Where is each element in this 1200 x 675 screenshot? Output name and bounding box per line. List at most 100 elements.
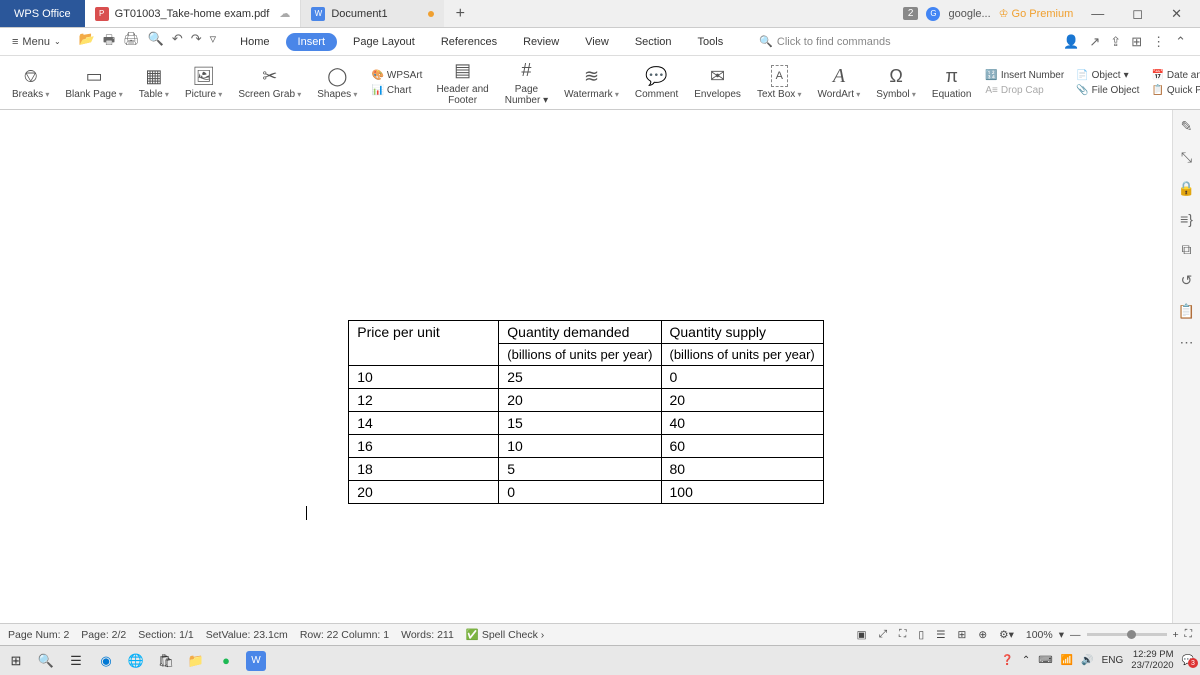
view-settings-icon[interactable]: ⚙▾ <box>999 629 1014 641</box>
notifications-icon[interactable]: 💬 <box>1182 655 1194 666</box>
blank-page-button[interactable]: ▭Blank Page <box>57 56 130 109</box>
export-icon[interactable]: ⇪ <box>1110 34 1121 50</box>
clock[interactable]: 12:29 PM 23/7/2020 <box>1131 650 1173 671</box>
redo-icon[interactable]: ↷ <box>191 31 202 53</box>
spotify-icon[interactable]: ● <box>216 651 236 671</box>
view-icon-3[interactable]: ⛶ <box>899 628 906 641</box>
style-icon[interactable]: ⧉ <box>1182 241 1192 258</box>
start-button[interactable]: ⊞ <box>6 651 26 671</box>
notification-badge[interactable]: 2 <box>903 7 919 20</box>
tab-review[interactable]: Review <box>513 32 569 52</box>
status-section[interactable]: Section: 1/1 <box>138 629 193 641</box>
tab-tools[interactable]: Tools <box>688 32 734 52</box>
equation-button[interactable]: πEquation <box>924 56 979 109</box>
user-icon[interactable]: 👤 <box>1063 34 1079 50</box>
lock-icon[interactable]: 🔒 <box>1178 180 1195 197</box>
edge-icon[interactable]: ◉ <box>96 651 116 671</box>
drop-cap-button[interactable]: A≡ Drop Cap <box>985 85 1064 96</box>
print-icon[interactable]: 🖨 <box>123 31 140 53</box>
page-number-button[interactable]: #PageNumber ▾ <box>497 56 556 109</box>
watermark-button[interactable]: ≋Watermark <box>556 56 627 109</box>
share-icon[interactable]: ↗ <box>1089 34 1100 50</box>
picture-button[interactable]: 🖼Picture <box>177 56 230 109</box>
status-spell[interactable]: ✅ Spell Check › <box>466 628 544 641</box>
object-button[interactable]: 📄 Object ▾ <box>1076 70 1139 81</box>
data-table[interactable]: Price per unit Quantity demanded Quantit… <box>348 320 823 504</box>
explorer-icon[interactable]: 📁 <box>186 651 206 671</box>
zoom-out-button[interactable]: — <box>1070 629 1081 641</box>
close-button[interactable]: ✕ <box>1161 6 1192 22</box>
collapse-ribbon-icon[interactable]: ⌃ <box>1175 34 1186 50</box>
go-premium-button[interactable]: ♔ Go Premium <box>999 7 1074 20</box>
keyboard-icon[interactable]: ⌨ <box>1038 655 1052 666</box>
tab-section[interactable]: Section <box>625 32 682 52</box>
qat-more-icon[interactable]: ▿ <box>210 31 217 53</box>
wifi-icon[interactable]: 📶 <box>1061 655 1073 666</box>
date-time-button[interactable]: 📅 Date and Tim <box>1151 70 1200 81</box>
status-page-num[interactable]: Page Num: 2 <box>8 629 69 641</box>
text-box-button[interactable]: AText Box <box>749 56 810 109</box>
breaks-button[interactable]: ⎊Breaks <box>4 56 57 109</box>
chrome-icon[interactable]: 🌐 <box>126 651 146 671</box>
view-icon-4[interactable]: ▯ <box>918 629 924 641</box>
more-icon[interactable]: ⋮ <box>1152 34 1165 50</box>
shapes-button[interactable]: ◯Shapes <box>309 56 365 109</box>
maximize-button[interactable]: ◻ <box>1122 6 1153 22</box>
volume-icon[interactable]: 🔊 <box>1081 655 1093 666</box>
new-tab-button[interactable]: + <box>444 0 477 27</box>
zoom-in-button[interactable]: + <box>1173 629 1179 641</box>
symbol-button[interactable]: ΩSymbol <box>868 56 924 109</box>
open-icon[interactable]: 📂 <box>79 31 95 53</box>
status-page[interactable]: Page: 2/2 <box>81 629 126 641</box>
language-indicator[interactable]: ENG <box>1102 655 1124 666</box>
table-button[interactable]: ▦Table <box>131 56 177 109</box>
google-label[interactable]: google... <box>948 8 990 20</box>
preview-icon[interactable]: 🔍 <box>148 31 164 53</box>
minimize-button[interactable]: — <box>1081 6 1114 21</box>
edit-icon[interactable]: ✎ <box>1181 118 1193 135</box>
clipboard-icon[interactable]: 📋 <box>1178 303 1195 320</box>
quick-parts-button[interactable]: 📋 Quick Parts ▾ <box>1151 85 1200 96</box>
view-icon-2[interactable]: ⤢ <box>879 628 887 641</box>
task-view-button[interactable]: ☰ <box>66 651 86 671</box>
store-icon[interactable]: 🛍 <box>156 651 176 671</box>
file-object-button[interactable]: 📎 File Object <box>1076 85 1139 96</box>
wordart-button[interactable]: AWordArt <box>810 56 869 109</box>
comment-button[interactable]: 💬Comment <box>627 56 686 109</box>
document-page[interactable]: Price per unit Quantity demanded Quantit… <box>0 110 1172 623</box>
file-tab[interactable]: P GT01003_Take-home exam.pdf ☁ <box>85 0 302 27</box>
history-icon[interactable]: ↺ <box>1181 272 1193 289</box>
view-icon-6[interactable]: ⊞ <box>958 629 967 641</box>
tab-view[interactable]: View <box>575 32 619 52</box>
wps-icon[interactable]: W <box>246 651 266 671</box>
save-icon[interactable]: 🖶 <box>103 31 115 53</box>
wpsart-button[interactable]: 🎨 WPSArt <box>371 70 422 81</box>
command-search[interactable]: 🔍 Click to find commands <box>759 35 890 48</box>
app-tab[interactable]: WPS Office <box>0 0 85 27</box>
screen-grab-button[interactable]: ✂Screen Grab <box>230 56 309 109</box>
help-icon[interactable]: ❓ <box>1001 655 1013 666</box>
view-icon-7[interactable]: ⊕ <box>978 629 987 641</box>
zoom-slider[interactable] <box>1087 633 1167 636</box>
outline-icon[interactable]: ≡} <box>1180 211 1193 227</box>
view-icon-1[interactable]: ▣ <box>857 629 867 641</box>
undo-icon[interactable]: ↶ <box>172 31 183 53</box>
search-button[interactable]: 🔍 <box>36 651 56 671</box>
fullscreen-icon[interactable]: ⛶ <box>1185 628 1192 641</box>
chart-button[interactable]: 📊 Chart <box>371 85 422 96</box>
grid-icon[interactable]: ⊞ <box>1131 34 1142 50</box>
document-tab[interactable]: W Document1 <box>301 0 443 27</box>
tab-insert[interactable]: Insert <box>286 33 338 51</box>
envelopes-button[interactable]: ✉Envelopes <box>686 56 749 109</box>
tab-references[interactable]: References <box>431 32 507 52</box>
zoom-control[interactable]: 100%▾ — + ⛶ <box>1026 628 1192 641</box>
tab-page-layout[interactable]: Page Layout <box>343 32 425 52</box>
tab-home[interactable]: Home <box>230 32 279 52</box>
status-words[interactable]: Words: 211 <box>401 629 454 641</box>
view-icon-5[interactable]: ☰ <box>936 629 945 641</box>
more-tools-icon[interactable]: ⋯ <box>1180 334 1194 351</box>
menu-button[interactable]: ≡ Menu ⌄ <box>8 34 65 50</box>
insert-number-button[interactable]: 🔢 Insert Number <box>985 70 1064 81</box>
select-icon[interactable]: ⤡ <box>1181 149 1192 166</box>
header-footer-button[interactable]: ▤Header andFooter <box>428 56 496 109</box>
